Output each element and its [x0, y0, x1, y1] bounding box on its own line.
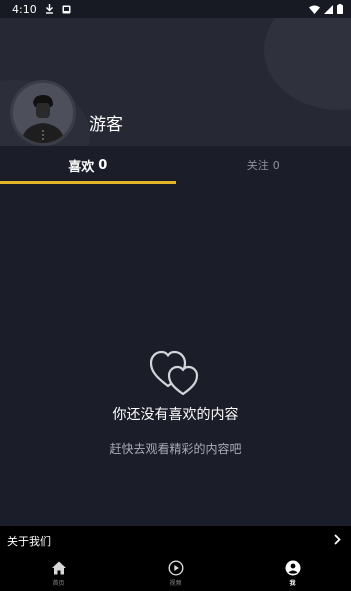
nav-item-home-label: 首页: [52, 580, 65, 587]
tab-likes[interactable]: 喜欢 0: [0, 146, 176, 184]
profile-header: 游客: [0, 18, 351, 146]
hearts-icon: [149, 350, 198, 396]
status-bar: 4:10: [0, 0, 351, 18]
active-tab-indicator: [0, 181, 176, 184]
image-notification-icon: [62, 5, 71, 14]
tab-likes-count: 0: [98, 157, 108, 173]
signal-icon: [324, 4, 333, 14]
user-icon: [285, 560, 300, 576]
tab-following-label: 关注: [246, 159, 269, 172]
home-icon: [51, 561, 66, 575]
status-bar-right: [309, 4, 343, 14]
avatar[interactable]: [10, 80, 76, 146]
decorative-circle: [264, 18, 351, 110]
battery-icon: [337, 4, 343, 14]
about-us-label: 关于我们: [7, 535, 51, 548]
download-icon: [45, 4, 54, 14]
nav-item-me[interactable]: 我: [234, 556, 351, 591]
profile-tabs: 喜欢 0 关注 0: [0, 146, 351, 184]
tab-following-count: 0: [272, 158, 280, 172]
bottom-navigation: 首页 视频 我: [0, 556, 351, 591]
about-us-row[interactable]: 关于我们: [0, 526, 351, 556]
nav-item-video-label: 视频: [169, 580, 182, 587]
empty-state-title: 你还没有喜欢的内容: [112, 407, 239, 423]
empty-state-subtitle: 赶快去观看精彩的内容吧: [109, 442, 242, 456]
avatar-person-icon: [13, 83, 73, 143]
nav-item-me-label: 我: [289, 580, 296, 587]
tab-following[interactable]: 关注 0: [176, 146, 351, 184]
status-time: 4:10: [12, 2, 37, 16]
chevron-right-icon: [334, 533, 341, 549]
empty-state: 你还没有喜欢的内容 赶快去观看精彩的内容吧: [0, 350, 351, 457]
wifi-icon: [309, 5, 320, 14]
nav-item-video[interactable]: 视频: [117, 556, 234, 591]
nav-item-home[interactable]: 首页: [0, 556, 117, 591]
play-icon: [167, 560, 184, 576]
status-bar-left: 4:10: [12, 3, 71, 16]
username: 游客: [89, 115, 123, 135]
tab-likes-label: 喜欢: [68, 159, 95, 175]
